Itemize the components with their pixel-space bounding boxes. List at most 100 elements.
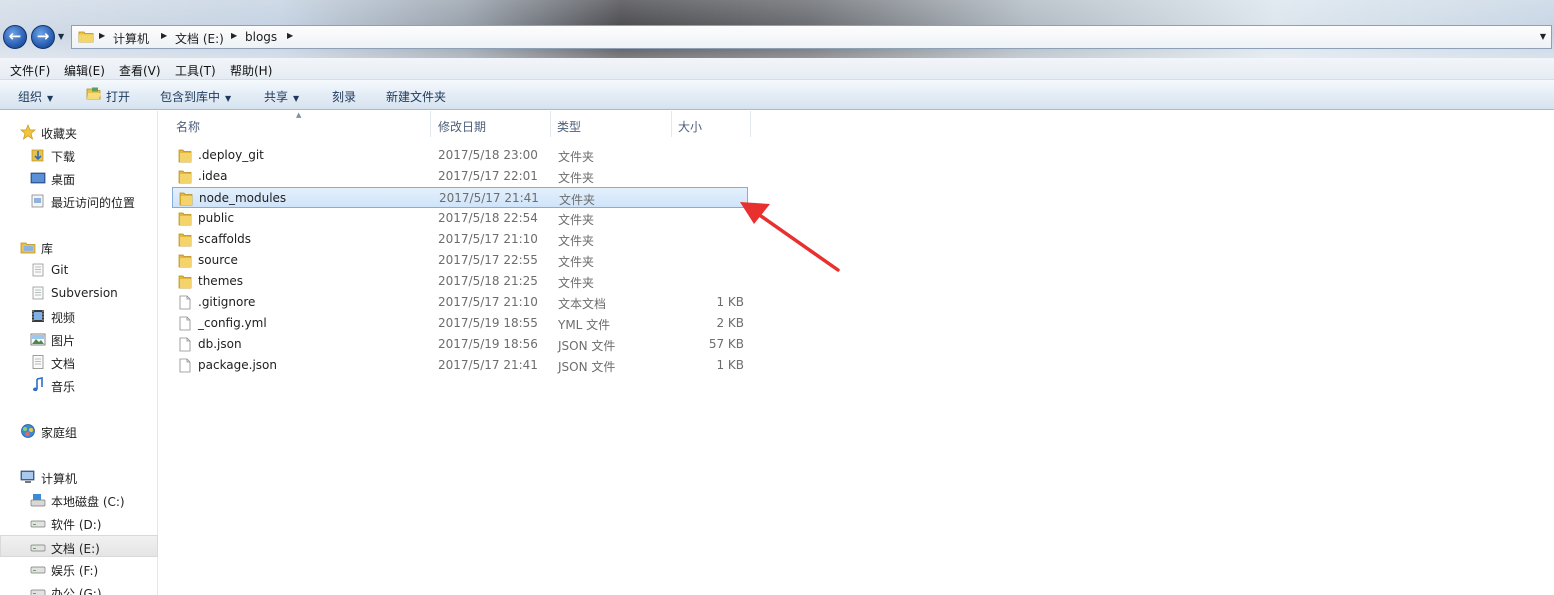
menu-view[interactable]: 查看(V) bbox=[119, 62, 161, 79]
back-arrow-icon[interactable]: ← bbox=[3, 25, 27, 49]
file-type: 文件夹 bbox=[558, 255, 595, 269]
nav-favorites[interactable]: 收藏夹 bbox=[0, 121, 158, 143]
folder-icon bbox=[178, 212, 192, 226]
file-modified-date: 2017/5/17 21:10 bbox=[438, 295, 538, 309]
new-folder-button[interactable]: 新建文件夹 bbox=[386, 88, 446, 105]
file-size: 57 KB bbox=[708, 337, 744, 351]
nav-drive-e[interactable]: 文档 (E:) bbox=[0, 535, 158, 557]
column-header-size[interactable]: 大小 bbox=[672, 111, 750, 137]
file-icon bbox=[179, 295, 191, 310]
burn-button[interactable]: 刻录 bbox=[332, 88, 356, 105]
column-header-type[interactable]: 类型 bbox=[551, 111, 671, 137]
music-note-icon bbox=[33, 377, 43, 392]
file-row[interactable]: .deploy_git 2017/5/18 23:00 文件夹 bbox=[172, 145, 748, 166]
nav-drive-c[interactable]: 本地磁盘 (C:) bbox=[0, 489, 158, 511]
file-row[interactable]: public 2017/5/18 22:54 文件夹 bbox=[172, 208, 748, 229]
hard-drive-icon bbox=[30, 566, 46, 574]
recent-pages-dropdown-icon[interactable]: ▼ bbox=[58, 31, 68, 43]
picture-icon bbox=[30, 333, 46, 346]
nav-drive-d[interactable]: 软件 (D:) bbox=[0, 512, 158, 534]
nav-drive-f[interactable]: 娱乐 (F:) bbox=[0, 558, 158, 580]
nav-favorites-label: 收藏夹 bbox=[41, 127, 78, 141]
nav-libraries[interactable]: 库 bbox=[0, 236, 158, 258]
file-row[interactable]: package.json 2017/5/17 21:41 JSON 文件 1 KB bbox=[172, 355, 748, 376]
desktop-icon bbox=[30, 172, 46, 184]
breadcrumb-arrow-icon[interactable]: ▶ bbox=[161, 31, 167, 40]
video-icon bbox=[32, 310, 44, 322]
file-list-pane: 名称 ▲ 修改日期 类型 大小 .deploy_git 2017/5/18 23:… bbox=[160, 111, 1554, 595]
include-in-library-button[interactable]: 包含到库中 ▼ bbox=[160, 88, 231, 105]
organize-button[interactable]: 组织 ▼ bbox=[18, 88, 53, 105]
breadcrumb-computer[interactable]: 计算机 bbox=[113, 30, 149, 47]
command-bar: 组织 ▼ 打开 包含到库中 ▼ 共享 ▼ 刻录 新建文件夹 bbox=[0, 80, 1554, 110]
hard-drive-icon bbox=[30, 589, 46, 595]
breadcrumb-blogs[interactable]: blogs bbox=[245, 30, 277, 44]
menu-help[interactable]: 帮助(H) bbox=[230, 62, 272, 79]
file-row[interactable]: db.json 2017/5/19 18:56 JSON 文件 57 KB bbox=[172, 334, 748, 355]
file-row[interactable]: node_modules 2017/5/17 21:41 文件夹 bbox=[172, 187, 748, 208]
file-modified-date: 2017/5/18 21:25 bbox=[438, 274, 538, 288]
nav-drive-g-label: 办公 (G:) bbox=[51, 587, 102, 595]
menu-file[interactable]: 文件(F) bbox=[10, 62, 50, 79]
file-row[interactable]: .idea 2017/5/17 22:01 文件夹 bbox=[172, 166, 748, 187]
file-row[interactable]: _config.yml 2017/5/19 18:55 YML 文件 2 KB bbox=[172, 313, 748, 334]
file-row[interactable]: .gitignore 2017/5/17 21:10 文本文档 1 KB bbox=[172, 292, 748, 313]
breadcrumb-arrow-icon[interactable]: ▶ bbox=[99, 31, 105, 40]
file-name: db.json bbox=[198, 337, 242, 351]
library-icon bbox=[20, 242, 36, 254]
file-type: YML 文件 bbox=[558, 318, 611, 332]
file-row[interactable]: themes 2017/5/18 21:25 文件夹 bbox=[172, 271, 748, 292]
forward-arrow-icon[interactable]: → bbox=[31, 25, 55, 49]
nav-library-pictures[interactable]: 图片 bbox=[0, 328, 158, 350]
file-name: node_modules bbox=[199, 191, 287, 205]
nav-documents-label: 文档 bbox=[51, 357, 76, 371]
nav-recent-places[interactable]: 最近访问的位置 bbox=[0, 190, 158, 212]
nav-library-music[interactable]: 音乐 bbox=[0, 374, 158, 396]
nav-drive-g[interactable]: 办公 (G:) bbox=[0, 581, 158, 595]
nav-library-documents[interactable]: 文档 bbox=[0, 351, 158, 373]
file-type: 文件夹 bbox=[558, 150, 595, 164]
column-header-name[interactable]: 名称 ▲ bbox=[170, 111, 430, 137]
file-row[interactable]: source 2017/5/17 22:55 文件夹 bbox=[172, 250, 748, 271]
share-button[interactable]: 共享 ▼ bbox=[264, 88, 299, 105]
breadcrumb-arrow-icon[interactable]: ▶ bbox=[287, 31, 293, 40]
nav-homegroup[interactable]: 家庭组 bbox=[0, 420, 158, 442]
sort-ascending-icon: ▲ bbox=[296, 111, 302, 119]
file-modified-date: 2017/5/17 22:55 bbox=[438, 253, 538, 267]
file-type: 文件夹 bbox=[558, 213, 595, 227]
column-name-label: 名称 bbox=[176, 120, 201, 134]
menu-tools[interactable]: 工具(T) bbox=[175, 62, 216, 79]
open-folder-icon bbox=[86, 87, 101, 100]
column-divider[interactable] bbox=[430, 111, 431, 137]
address-bar[interactable]: ▶ 计算机 ▶ 文档 (E:) ▶ blogs ▶ ▼ bbox=[71, 25, 1552, 49]
nav-computer[interactable]: 计算机 bbox=[0, 466, 158, 488]
file-modified-date: 2017/5/17 21:10 bbox=[438, 232, 538, 246]
breadcrumb-drive-e[interactable]: 文档 (E:) bbox=[175, 30, 224, 47]
breadcrumb-arrow-icon[interactable]: ▶ bbox=[231, 31, 237, 40]
folder-icon bbox=[178, 275, 192, 289]
nav-desktop[interactable]: 桌面 bbox=[0, 167, 158, 189]
menu-edit[interactable]: 编辑(E) bbox=[64, 62, 105, 79]
nav-computer-label: 计算机 bbox=[41, 472, 78, 486]
file-name: _config.yml bbox=[198, 316, 267, 330]
nav-library-git[interactable]: Git bbox=[0, 259, 158, 281]
column-divider[interactable] bbox=[750, 111, 751, 137]
file-type: JSON 文件 bbox=[558, 360, 616, 374]
file-icon bbox=[179, 337, 191, 352]
nav-pictures-label: 图片 bbox=[51, 334, 76, 348]
address-history-dropdown-icon[interactable]: ▼ bbox=[1540, 32, 1546, 41]
folder-icon bbox=[178, 254, 192, 268]
nav-library-subversion[interactable]: Subversion bbox=[0, 282, 158, 304]
file-type: 文件夹 bbox=[559, 193, 596, 207]
nav-desktop-label: 桌面 bbox=[51, 173, 76, 187]
open-label: 打开 bbox=[106, 90, 131, 104]
share-label: 共享 bbox=[264, 90, 289, 104]
hard-drive-icon bbox=[30, 544, 46, 552]
document-library-icon bbox=[32, 286, 44, 300]
column-header-modified[interactable]: 修改日期 bbox=[432, 111, 550, 137]
nav-library-videos[interactable]: 视频 bbox=[0, 305, 158, 327]
window-titlebar: ← → ▼ ▶ 计算机 ▶ 文档 (E:) ▶ blogs ▶ ▼ bbox=[0, 0, 1554, 58]
nav-downloads[interactable]: 下载 bbox=[0, 144, 158, 166]
download-folder-icon bbox=[31, 149, 44, 162]
file-row[interactable]: scaffolds 2017/5/17 21:10 文件夹 bbox=[172, 229, 748, 250]
